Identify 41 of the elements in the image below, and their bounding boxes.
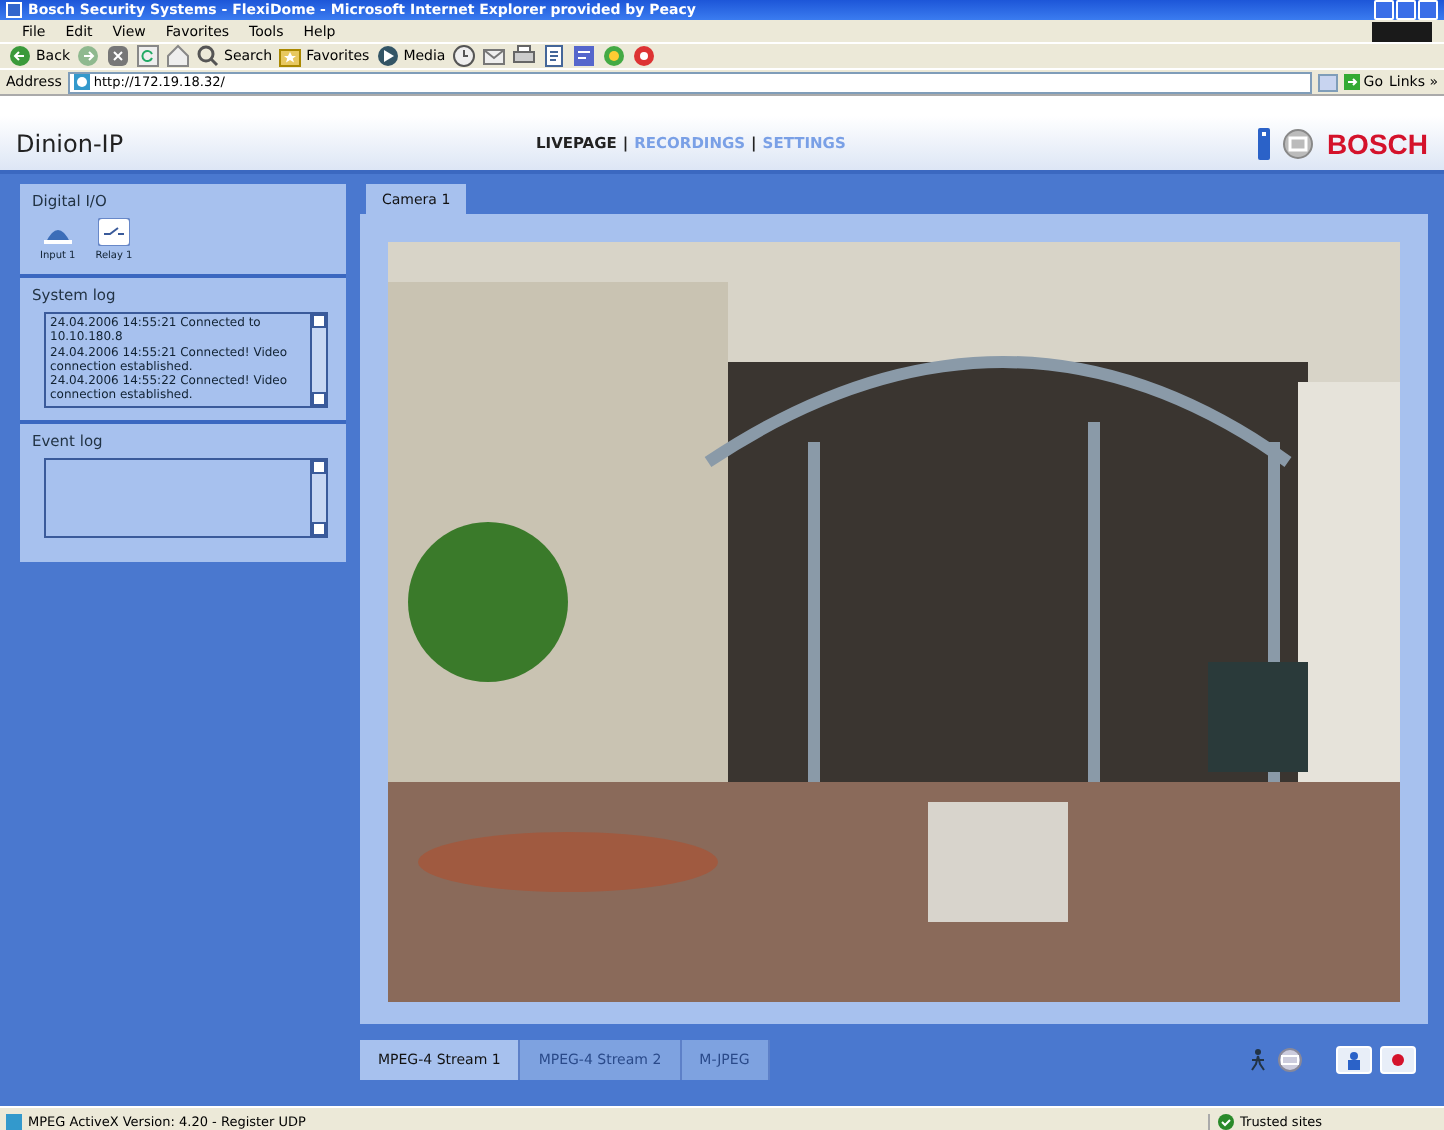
history-button[interactable]: [451, 44, 476, 68]
close-button[interactable]: [1418, 0, 1438, 20]
scroll-down-button[interactable]: [312, 521, 326, 536]
page-icon: [73, 74, 90, 90]
scrollbar[interactable]: [310, 314, 326, 406]
person-figure-icon: [1346, 1051, 1362, 1069]
brand-logo: BOSCH: [1326, 127, 1428, 159]
stop-button[interactable]: [106, 44, 130, 68]
mail-button[interactable]: [481, 44, 506, 68]
scroll-down-button[interactable]: [312, 391, 326, 406]
camera-dome-icon[interactable]: [1276, 1048, 1304, 1072]
refresh-button[interactable]: [136, 44, 160, 68]
scrollbar[interactable]: [310, 459, 326, 536]
app-title: Dinion-IP: [16, 129, 126, 157]
walking-person-icon[interactable]: [1248, 1048, 1268, 1072]
magnifier-icon: [196, 44, 220, 68]
go-arrow-icon: [1343, 74, 1360, 90]
browser-logo: [1372, 21, 1432, 41]
print-button[interactable]: [511, 44, 536, 68]
messenger-button[interactable]: [601, 44, 626, 68]
record-button[interactable]: [1380, 1046, 1416, 1074]
activex-icon: [6, 1113, 22, 1129]
history-icon: [451, 44, 476, 68]
relay-switch-icon[interactable]: [97, 218, 130, 246]
messenger-icon: [601, 44, 626, 68]
scroll-up-button[interactable]: [312, 314, 326, 328]
envelope-icon: [481, 44, 506, 68]
snapshot-button[interactable]: [1336, 1046, 1372, 1074]
discuss-button[interactable]: [571, 44, 596, 68]
maximize-button[interactable]: [1396, 0, 1416, 20]
research-button[interactable]: [631, 44, 656, 68]
home-button[interactable]: [166, 44, 190, 68]
refresh-icon: [136, 44, 160, 68]
window-app-icon: [6, 2, 22, 18]
edit-button[interactable]: [541, 44, 566, 68]
bosch-armature-icon: [1282, 127, 1315, 159]
info-icon: [1258, 127, 1271, 159]
minimize-button[interactable]: [1374, 0, 1394, 20]
record-dot-icon: [1392, 1054, 1404, 1066]
event-log-box[interactable]: [44, 457, 328, 538]
scroll-up-button[interactable]: [312, 459, 326, 474]
